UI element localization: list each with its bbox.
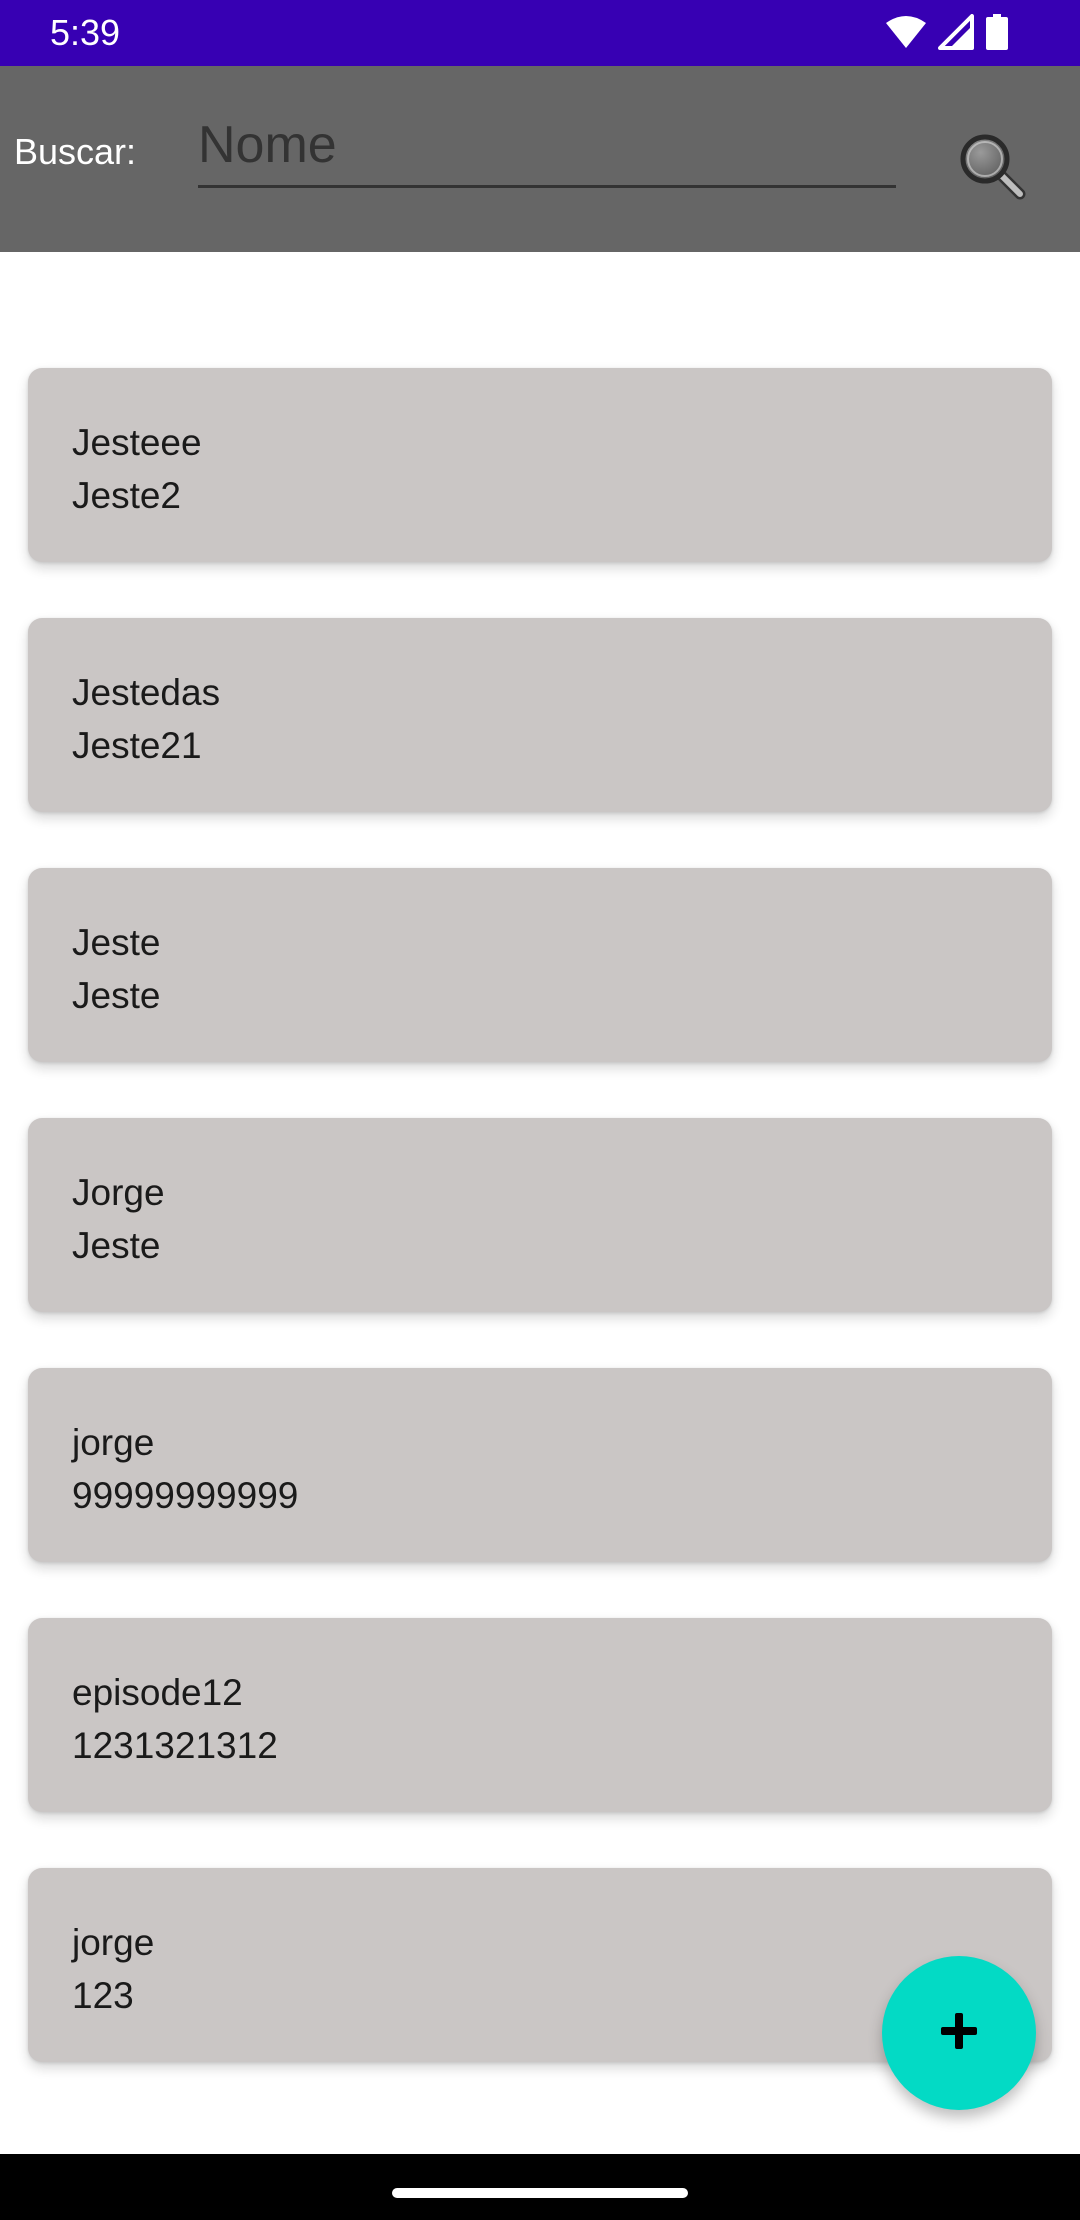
contact-name: jorge — [72, 1922, 155, 1963]
wifi-icon — [886, 15, 926, 49]
contact-name: Jesteee — [72, 422, 202, 463]
contact-phone: Jeste21 — [72, 725, 202, 766]
navigation-bar — [0, 2154, 1080, 2220]
plus-icon — [939, 2011, 979, 2056]
cellular-signal-icon — [938, 14, 974, 50]
contact-card[interactable]: episode12 1231321312 — [28, 1618, 1052, 1812]
contact-card[interactable]: Jorge Jeste — [28, 1118, 1052, 1312]
search-input[interactable] — [198, 104, 896, 188]
status-icons — [886, 14, 1008, 50]
contact-name: Jestedas — [72, 672, 221, 713]
contact-list: Jesteee Jeste2 Jestedas Jeste21 Jeste Je… — [28, 368, 1052, 2118]
contact-name: Jorge — [72, 1172, 165, 1213]
contact-phone: 99999999999 — [72, 1475, 299, 1516]
contact-phone: 1231321312 — [72, 1725, 278, 1766]
search-label: Buscar: — [14, 131, 137, 172]
status-time: 5:39 — [50, 12, 121, 53]
contact-phone: Jeste2 — [72, 475, 182, 516]
contact-name: jorge — [72, 1422, 155, 1463]
battery-icon — [986, 14, 1008, 50]
add-contact-button[interactable] — [882, 1956, 1036, 2110]
contact-name: episode12 — [72, 1672, 243, 1713]
status-bar: 5:39 — [0, 0, 1080, 66]
contact-card[interactable]: Jesteee Jeste2 — [28, 368, 1052, 562]
contact-card[interactable]: Jeste Jeste — [28, 868, 1052, 1062]
search-toolbar: Buscar: — [0, 66, 1080, 252]
magnifier-icon — [956, 134, 1030, 208]
contact-phone: Jeste — [72, 975, 161, 1016]
search-button[interactable] — [956, 130, 1030, 204]
contact-card[interactable]: Jestedas Jeste21 — [28, 618, 1052, 812]
home-gesture-handle[interactable] — [392, 2188, 688, 2198]
contact-card[interactable]: jorge 99999999999 — [28, 1368, 1052, 1562]
contact-name: Jeste — [72, 922, 161, 963]
contact-phone: Jeste — [72, 1225, 161, 1266]
